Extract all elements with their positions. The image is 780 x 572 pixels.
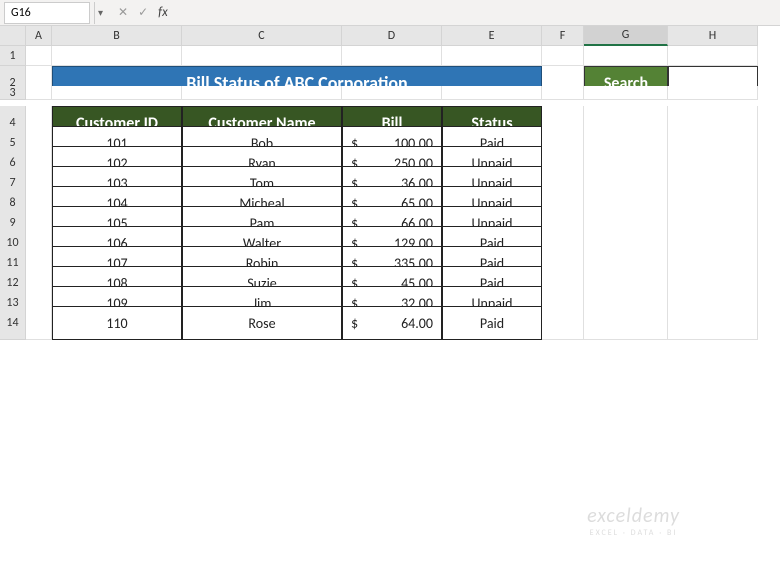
col-header-D[interactable]: D: [342, 26, 442, 46]
cell[interactable]: [668, 46, 758, 66]
table-cell-name[interactable]: Rose: [182, 306, 342, 340]
cell[interactable]: [668, 306, 758, 340]
row-header[interactable]: 1: [0, 46, 26, 66]
cell[interactable]: [442, 86, 542, 100]
row-header[interactable]: 3: [0, 86, 26, 100]
cell[interactable]: [584, 46, 668, 66]
name-box-dropdown-icon[interactable]: ▾: [94, 2, 106, 24]
table-cell-bill[interactable]: $64.00: [342, 306, 442, 340]
watermark-sub: EXCEL · DATA · BI: [587, 528, 680, 538]
formula-bar-row: G16 ▾ ✕ ✓ fx: [0, 0, 780, 26]
spreadsheet-grid[interactable]: A B C D E F G H 1 2 Bill Status of ABC C…: [0, 26, 780, 326]
cancel-icon: ✕: [118, 5, 128, 20]
cell[interactable]: [542, 86, 584, 100]
fx-icon: fx: [158, 5, 168, 20]
watermark: exceldemy EXCEL · DATA · BI: [587, 504, 680, 538]
cell[interactable]: [584, 306, 668, 340]
cell[interactable]: [442, 46, 542, 66]
enter-icon: ✓: [138, 5, 148, 20]
col-header-E[interactable]: E: [442, 26, 542, 46]
name-box[interactable]: G16: [4, 2, 90, 24]
col-header-A[interactable]: A: [26, 26, 52, 46]
col-header-C[interactable]: C: [182, 26, 342, 46]
cell[interactable]: [26, 86, 52, 100]
cell[interactable]: [52, 46, 182, 66]
cell[interactable]: [26, 46, 52, 66]
col-header-F[interactable]: F: [542, 26, 584, 46]
cell[interactable]: [26, 306, 52, 340]
cell[interactable]: [584, 86, 668, 100]
col-header-G[interactable]: G: [584, 26, 668, 46]
formula-bar[interactable]: ✕ ✓ fx: [106, 5, 780, 20]
cell[interactable]: [342, 46, 442, 66]
cell[interactable]: [668, 86, 758, 100]
cell[interactable]: [342, 86, 442, 100]
select-all-corner[interactable]: [0, 26, 26, 46]
name-box-value: G16: [11, 6, 31, 20]
watermark-main: exceldemy: [587, 504, 680, 528]
cell[interactable]: [52, 86, 182, 100]
table-cell-status[interactable]: Paid: [442, 306, 542, 340]
col-header-B[interactable]: B: [52, 26, 182, 46]
row-header[interactable]: 14: [0, 306, 26, 340]
col-header-H[interactable]: H: [668, 26, 758, 46]
cell[interactable]: [182, 46, 342, 66]
cell[interactable]: [542, 46, 584, 66]
table-cell-id[interactable]: 110: [52, 306, 182, 340]
cell[interactable]: [182, 86, 342, 100]
cell[interactable]: [542, 306, 584, 340]
